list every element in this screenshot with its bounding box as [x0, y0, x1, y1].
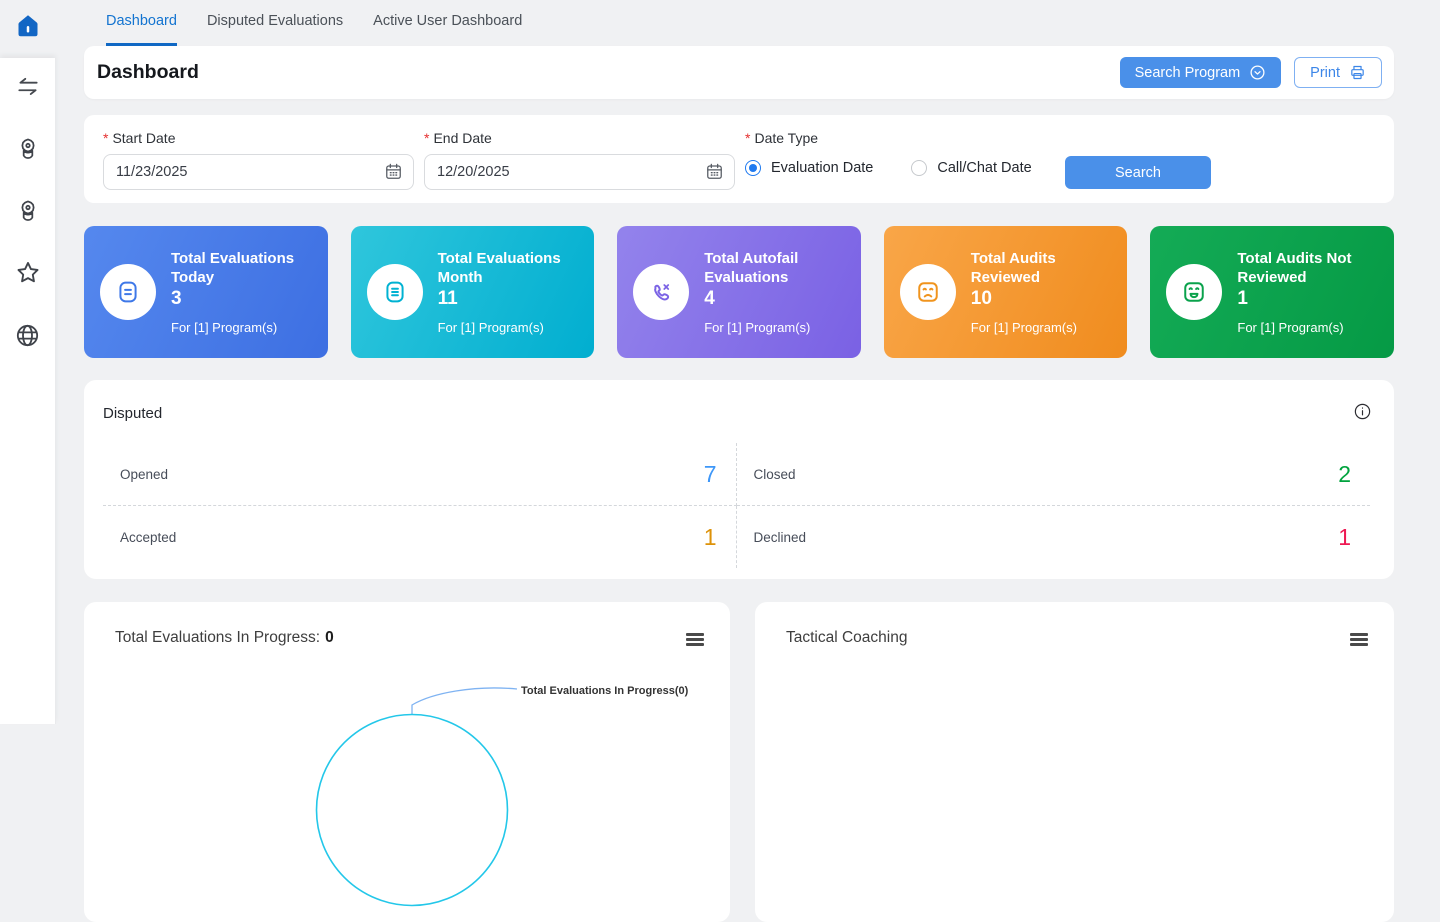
stat-value: 4	[704, 287, 847, 311]
start-date-input[interactable]	[103, 154, 414, 190]
disputed-closed-value: 2	[1338, 461, 1351, 488]
print-label: Print	[1310, 65, 1340, 81]
filter-panel: * Start Date * End Date	[84, 115, 1394, 203]
disputed-declined-row: Declined 1	[737, 506, 1371, 568]
required-asterisk: *	[103, 130, 108, 146]
stat-card-total-evaluations-month[interactable]: Total Evaluations Month 11 For [1] Progr…	[351, 226, 595, 358]
date-type-label: * Date Type	[745, 130, 1060, 146]
start-date-field: * Start Date	[103, 130, 414, 190]
stat-circle	[1166, 264, 1222, 320]
stat-card-total-evaluations-today[interactable]: Total Evaluations Today 3 For [1] Progra…	[84, 226, 328, 358]
home-logo-icon	[13, 12, 43, 42]
search-program-label: Search Program	[1135, 65, 1241, 81]
stat-value: 10	[971, 287, 1114, 311]
page-header: Dashboard Search Program Print	[84, 46, 1394, 99]
left-sidebar	[0, 58, 56, 724]
top-tab-bar: Dashboard Disputed Evaluations Active Us…	[84, 0, 1394, 46]
chart-title: Tactical Coaching	[786, 629, 907, 647]
chevron-down-circle-icon	[1249, 64, 1266, 81]
disputed-accepted-row: Accepted 1	[103, 506, 737, 568]
stat-value: 11	[438, 287, 581, 311]
stat-circle	[367, 264, 423, 320]
tactical-coaching-chart-card: Tactical Coaching	[755, 602, 1394, 922]
stat-card-total-audits-not-reviewed[interactable]: Total Audits Not Reviewed 1 For [1] Prog…	[1150, 226, 1394, 358]
stat-value: 3	[171, 287, 314, 311]
stat-title: Total Evaluations Today	[171, 249, 314, 287]
search-program-button[interactable]: Search Program	[1120, 57, 1282, 88]
tab-active-user-dashboard[interactable]: Active User Dashboard	[373, 0, 522, 46]
quality-badge-icon[interactable]	[14, 197, 42, 225]
disputed-declined-label: Declined	[754, 530, 807, 545]
stat-title: Total Evaluations Month	[438, 249, 581, 287]
stat-card-total-audits-reviewed[interactable]: Total Audits Reviewed 10 For [1] Program…	[884, 226, 1128, 358]
stat-title: Total Audits Not Reviewed	[1237, 249, 1380, 287]
end-date-input[interactable]	[424, 154, 735, 190]
search-button[interactable]: Search	[1065, 156, 1211, 189]
required-asterisk: *	[424, 130, 429, 146]
start-date-label: * Start Date	[103, 130, 414, 146]
stat-card-total-autofail-evaluations[interactable]: Total Autofail Evaluations 4 For [1] Pro…	[617, 226, 861, 358]
stat-title: Total Audits Reviewed	[971, 249, 1114, 287]
happy-face-icon	[1180, 278, 1208, 306]
printer-icon	[1349, 64, 1366, 81]
end-date-label: * End Date	[424, 130, 735, 146]
calendar-icon[interactable]	[384, 162, 403, 186]
document-list-icon	[381, 278, 409, 306]
disputed-opened-value: 7	[704, 461, 717, 488]
document-list-icon	[114, 278, 142, 306]
charts-row: Total Evaluations In Progress:0 Total Ev…	[84, 602, 1394, 922]
required-asterisk: *	[745, 130, 750, 146]
tab-disputed-evaluations[interactable]: Disputed Evaluations	[207, 0, 343, 46]
date-type-field: * Date Type Evaluation Date Call/Chat Da…	[745, 130, 1060, 176]
evaluations-in-progress-chart-card: Total Evaluations In Progress:0 Total Ev…	[84, 602, 730, 922]
main-content: Dashboard Disputed Evaluations Active Us…	[55, 0, 1440, 724]
chart-context-menu-icon[interactable]	[1350, 633, 1368, 646]
disputed-opened-label: Opened	[120, 467, 168, 482]
tab-dashboard[interactable]: Dashboard	[106, 0, 177, 46]
stat-title: Total Autofail Evaluations	[704, 249, 847, 287]
sad-face-icon	[914, 278, 942, 306]
stat-subtitle: For [1] Program(s)	[171, 320, 314, 335]
radio-call-chat-date[interactable]	[911, 160, 927, 176]
swap-icon[interactable]	[14, 73, 42, 101]
calendar-icon[interactable]	[705, 162, 724, 186]
stat-subtitle: For [1] Program(s)	[704, 320, 847, 335]
disputed-accepted-label: Accepted	[120, 530, 176, 545]
disputed-opened-row: Opened 7	[103, 443, 737, 506]
radio-call-chat-date-label[interactable]: Call/Chat Date	[937, 160, 1031, 176]
stat-card-row: Total Evaluations Today 3 For [1] Progra…	[84, 226, 1394, 358]
pie-data-label: Total Evaluations In Progress(0)	[521, 685, 689, 697]
home-logo[interactable]	[13, 12, 43, 42]
missed-call-icon	[647, 278, 675, 306]
stat-subtitle: For [1] Program(s)	[1237, 320, 1380, 335]
in-progress-pie-chart[interactable]: Total Evaluations In Progress(0)	[84, 602, 730, 922]
stat-value: 1	[1237, 287, 1380, 311]
stat-circle	[633, 264, 689, 320]
quality-badge-icon[interactable]	[14, 135, 42, 163]
disputed-closed-label: Closed	[754, 467, 796, 482]
star-icon[interactable]	[14, 259, 42, 287]
info-icon[interactable]	[1353, 402, 1372, 424]
stat-subtitle: For [1] Program(s)	[438, 320, 581, 335]
disputed-accepted-value: 1	[704, 524, 717, 551]
page-title: Dashboard	[97, 61, 199, 84]
radio-evaluation-date-label[interactable]: Evaluation Date	[771, 160, 873, 176]
stat-circle	[100, 264, 156, 320]
globe-icon[interactable]	[14, 321, 42, 349]
disputed-declined-value: 1	[1338, 524, 1351, 551]
print-button[interactable]: Print	[1294, 57, 1382, 88]
pie-slice[interactable]	[317, 715, 508, 906]
header-actions: Search Program Print	[1120, 57, 1382, 88]
disputed-closed-row: Closed 2	[737, 443, 1371, 506]
disputed-panel: Disputed Opened 7 Closed 2 Accepted 1 De…	[84, 380, 1394, 579]
disputed-title: Disputed	[103, 405, 1370, 422]
end-date-field: * End Date	[424, 130, 735, 190]
stat-subtitle: For [1] Program(s)	[971, 320, 1114, 335]
disputed-grid: Opened 7 Closed 2 Accepted 1 Declined 1	[103, 443, 1370, 568]
radio-evaluation-date[interactable]	[745, 160, 761, 176]
stat-circle	[900, 264, 956, 320]
